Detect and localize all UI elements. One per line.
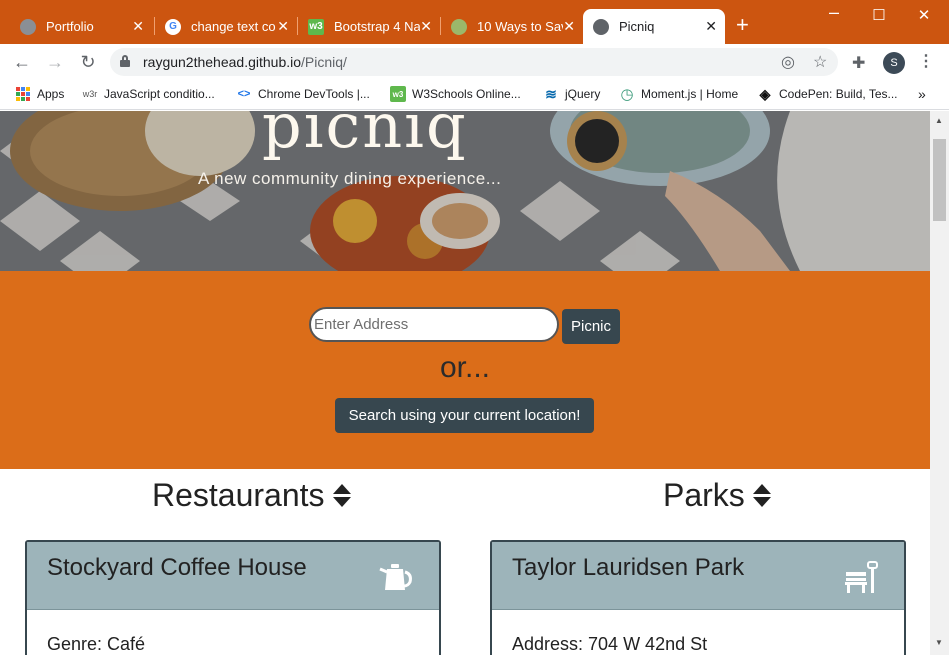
w3r-icon: w3r [82, 89, 98, 99]
or-divider-text: or... [439, 351, 491, 384]
new-tab-plus-icon[interactable]: + [736, 14, 749, 36]
picnic-button[interactable]: Picnic [562, 309, 620, 344]
bookmark-codepen[interactable]: ◈ CodePen: Build, Tes... [757, 86, 898, 102]
bookmark-label: JavaScript conditio... [104, 87, 215, 101]
moment-icon: ◷ [620, 86, 634, 103]
forward-arrow-icon[interactable]: → [43, 50, 67, 74]
restaurant-card[interactable]: Stockyard Coffee House Genre: Café [25, 540, 441, 655]
park-bench-icon [845, 561, 878, 593]
codepen-icon: ◈ [759, 85, 771, 102]
back-arrow-icon[interactable]: ← [10, 50, 34, 74]
bookmark-label: Chrome DevTools |... [258, 87, 370, 101]
devtools-icon: <> [237, 88, 251, 100]
tab-portfolio[interactable]: Portfolio ✕ [10, 9, 152, 44]
bookmark-label: jQuery [565, 87, 601, 101]
maximize-icon[interactable]: ☐ [869, 6, 889, 24]
reload-icon[interactable]: ↻ [76, 50, 100, 74]
minimize-icon[interactable]: – [824, 2, 844, 23]
w3schools-icon: w3 [390, 86, 406, 102]
close-tab-icon[interactable]: ✕ [277, 18, 289, 35]
globe-icon [20, 18, 36, 35]
bookmarks-bar: Apps w3r JavaScript conditio... <> Chrom… [0, 80, 949, 110]
bookmarks-overflow-icon[interactable]: » [918, 86, 926, 102]
scrollbar-thumb[interactable] [933, 139, 946, 221]
bookmark-label: Apps [37, 87, 65, 101]
apps-icon [15, 86, 31, 102]
card-header: Taylor Lauridsen Park [492, 542, 904, 610]
lock-icon [120, 55, 130, 67]
google-icon: G [165, 18, 181, 35]
scroll-down-icon[interactable]: ▼ [935, 638, 943, 647]
tab-title: Portfolio [46, 19, 94, 34]
bookmark-jquery[interactable]: ≋ jQuery [543, 86, 600, 102]
sort-icon[interactable] [332, 483, 351, 509]
bookmark-label: W3Schools Online... [412, 87, 521, 101]
tab-10-ways[interactable]: 10 Ways to Sav ✕ [441, 9, 583, 44]
park-card[interactable]: Taylor Lauridsen Park Address: 704 W 42n… [490, 540, 906, 655]
tab-title: Picniq [619, 19, 655, 34]
url-host: raygun2thehead.github.io [143, 54, 302, 70]
site-icon [451, 18, 467, 35]
close-tab-icon[interactable]: ✕ [563, 18, 575, 35]
bookmark-label: Moment.js | Home [641, 87, 739, 101]
bookmark-star-icon[interactable]: ☆ [813, 52, 827, 72]
address-input[interactable] [309, 307, 559, 342]
tab-picniq[interactable]: Picniq ✕ [583, 9, 725, 44]
card-header: Stockyard Coffee House [27, 542, 439, 610]
tab-bootstrap[interactable]: w3 Bootstrap 4 Na ✕ [298, 9, 440, 44]
browser-toolbar: ← → ↻ raygun2thehead.github.io/Picniq/ ◎… [0, 44, 949, 80]
extensions-puzzle-icon[interactable]: ✚ [852, 53, 865, 73]
bookmark-w3schools[interactable]: w3 W3Schools Online... [390, 86, 521, 102]
restaurants-heading[interactable]: Restaurants [152, 477, 351, 514]
profile-avatar[interactable]: S [883, 52, 905, 74]
tab-google-search[interactable]: G change text co ✕ [155, 9, 297, 44]
coffee-pot-icon [379, 564, 412, 590]
jquery-icon: ≋ [545, 85, 557, 102]
restaurant-name: Stockyard Coffee House [47, 554, 307, 581]
address-bar[interactable]: raygun2thehead.github.io/Picniq/ ◎ ☆ [110, 48, 838, 76]
window-close-icon[interactable]: ✕ [914, 6, 934, 24]
park-address: Address: 704 W 42nd St [512, 634, 708, 654]
url-path: /Picniq/ [301, 54, 347, 70]
tab-title: change text co [191, 19, 276, 34]
tab-title: Bootstrap 4 Na [334, 19, 420, 34]
parks-heading-label: Parks [663, 477, 745, 513]
close-tab-icon[interactable]: ✕ [132, 18, 144, 35]
bookmark-moment[interactable]: ◷ Moment.js | Home [619, 86, 739, 103]
page-scrollbar[interactable]: ▲ ▼ [930, 111, 949, 655]
hero-title: picniq [262, 111, 468, 162]
sort-icon[interactable] [752, 483, 771, 509]
current-location-button[interactable]: Search using your current location! [335, 398, 594, 433]
bookmark-javascript[interactable]: w3r JavaScript conditio... [82, 86, 215, 102]
bookmark-chrome-devtools[interactable]: <> Chrome DevTools |... [236, 86, 370, 102]
parks-heading[interactable]: Parks [663, 477, 771, 514]
close-tab-icon[interactable]: ✕ [705, 18, 717, 35]
hero-subtitle: A new community dining experience... [198, 169, 502, 188]
globe-icon [593, 18, 609, 35]
page-viewport: picniq A new community dining experience… [0, 111, 930, 655]
scroll-up-icon[interactable]: ▲ [935, 116, 943, 125]
search-section: Picnic or... Search using your current l… [0, 271, 930, 469]
close-tab-icon[interactable]: ✕ [420, 18, 432, 35]
park-name: Taylor Lauridsen Park [512, 554, 745, 581]
restaurant-genre: Genre: Café [47, 634, 146, 654]
url-text: raygun2thehead.github.io/Picniq/ [143, 54, 347, 70]
restaurants-heading-label: Restaurants [152, 477, 325, 513]
bookmark-label: CodePen: Build, Tes... [779, 87, 898, 101]
tab-title: 10 Ways to Sav [477, 19, 563, 34]
hero-banner: picniq A new community dining experience… [0, 111, 930, 271]
browser-titlebar: Portfolio ✕ G change text co ✕ w3 Bootst… [0, 0, 949, 44]
w3schools-icon: w3 [308, 18, 324, 35]
browser-menu-icon[interactable]: ⋮ [918, 51, 934, 71]
location-target-icon[interactable]: ◎ [781, 52, 795, 72]
bookmark-apps[interactable]: Apps [15, 86, 64, 102]
